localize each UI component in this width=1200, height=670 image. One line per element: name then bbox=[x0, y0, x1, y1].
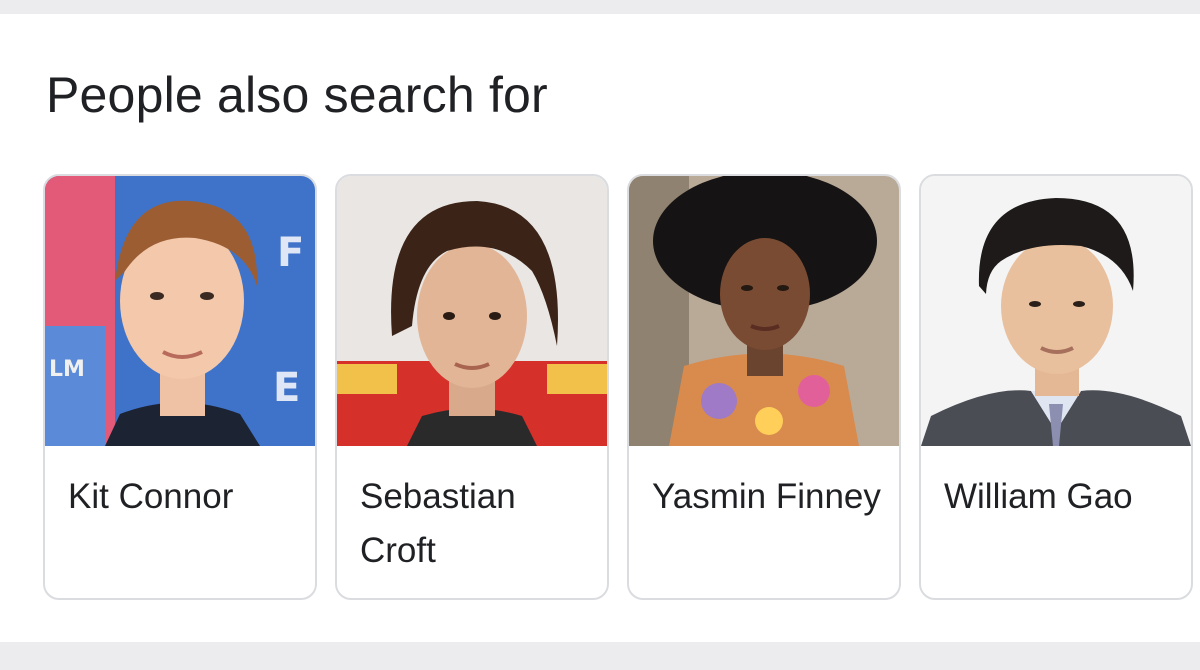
person-card-kit-connor[interactable]: LM F E Kit Connor bbox=[43, 174, 317, 600]
person-card-sebastian-croft[interactable]: Sebastian Croft bbox=[335, 174, 609, 600]
person-card-william-gao[interactable]: William Gao bbox=[919, 174, 1193, 600]
person-photo bbox=[629, 176, 899, 446]
people-also-search-panel: People also search for LM F E Kit Connor… bbox=[0, 14, 1200, 642]
section-title: People also search for bbox=[46, 67, 548, 123]
person-photo bbox=[337, 176, 607, 446]
person-name: Kit Connor bbox=[68, 477, 234, 516]
svg-text:LM: LM bbox=[49, 357, 85, 382]
person-photo: LM F E bbox=[45, 176, 315, 446]
people-carousel: LM F E Kit Connor Sebastian Croft Yasmin… bbox=[43, 174, 1200, 600]
person-name: William Gao bbox=[944, 477, 1133, 516]
person-name: Yasmin Finney bbox=[652, 477, 881, 516]
svg-text:F: F bbox=[277, 230, 304, 276]
person-name: Sebastian Croft bbox=[360, 477, 516, 570]
svg-text:E: E bbox=[273, 365, 300, 411]
person-photo bbox=[921, 176, 1191, 446]
person-card-yasmin-finney[interactable]: Yasmin Finney bbox=[627, 174, 901, 600]
